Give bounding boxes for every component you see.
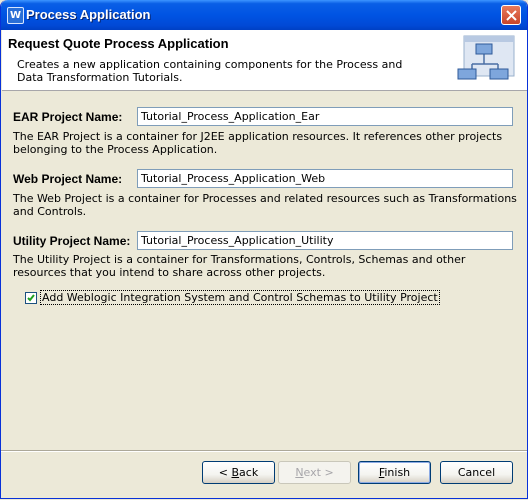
back-rest: ack <box>239 466 259 479</box>
add-schemas-label[interactable]: Add Weblogic Integration System and Cont… <box>40 290 440 305</box>
utility-project-input[interactable]: Tutorial_Process_Application_Utility <box>137 231 513 250</box>
header-description: Creates a new application containing com… <box>17 58 403 84</box>
next-button[interactable]: Next > <box>278 461 351 484</box>
back-mnemonic: B <box>231 466 240 479</box>
button-separator <box>1 450 527 452</box>
cancel-button[interactable]: Cancel <box>440 461 513 484</box>
web-project-label: Web Project Name: <box>13 172 123 186</box>
web-project-description: The Web Project is a container for Proce… <box>13 192 517 218</box>
process-diagram-icon <box>457 35 515 80</box>
add-schemas-checkbox[interactable] <box>25 292 37 304</box>
close-icon <box>506 10 517 21</box>
web-project-input[interactable]: Tutorial_Process_Application_Web <box>137 169 513 188</box>
back-prefix: < <box>218 466 232 479</box>
window-title: Process Application <box>26 7 151 22</box>
next-mnemonic: N <box>295 466 304 479</box>
utility-project-label: Utility Project Name: <box>13 234 131 248</box>
title-bar[interactable]: W Process Application <box>1 0 527 30</box>
ear-project-label: EAR Project Name: <box>13 110 123 124</box>
dialog-window: W Process Application Request Quote Proc… <box>0 0 528 499</box>
weblogic-icon: W <box>7 7 24 24</box>
ear-project-input[interactable]: Tutorial_Process_Application_Ear <box>137 107 513 126</box>
wizard-header: Request Quote Process Application Create… <box>2 30 527 91</box>
finish-rest: inish <box>384 466 411 479</box>
close-button[interactable] <box>501 5 521 25</box>
header-title: Request Quote Process Application <box>8 36 229 51</box>
next-rest: ext > <box>303 466 334 479</box>
checkmark-icon <box>27 294 35 302</box>
finish-button[interactable]: Finish <box>358 461 431 484</box>
ear-project-description: The EAR Project is a container for J2EE … <box>13 130 503 156</box>
utility-project-description: The Utility Project is a container for T… <box>13 253 466 279</box>
back-button[interactable]: < Back <box>202 461 275 484</box>
